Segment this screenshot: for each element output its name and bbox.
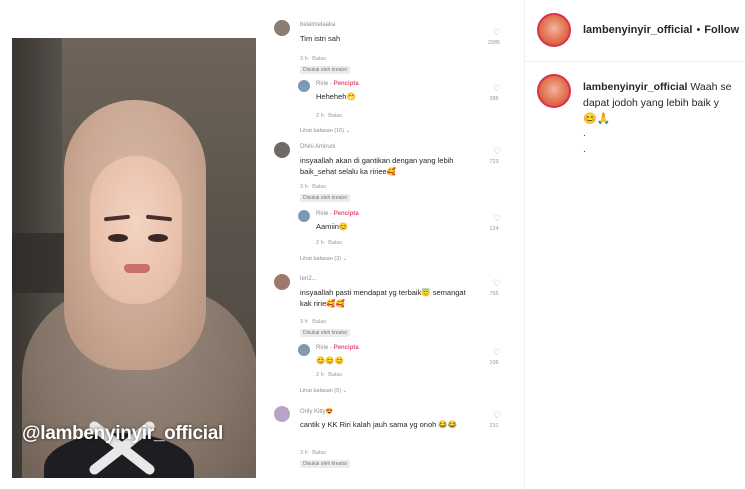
right-eye <box>148 234 168 242</box>
caption-username-link[interactable]: lambenyinyir_official <box>583 81 687 93</box>
caption-text: Waah se <box>690 81 732 93</box>
post-header: lambenyinyir_official • Follow <box>525 0 745 62</box>
reply-time: 2 h <box>316 240 324 246</box>
comment-meta: 3 h Balas <box>300 450 326 456</box>
reply-username[interactable]: Ririe - Pencipta <box>316 345 359 351</box>
chevron-down-icon: ⌄ <box>342 388 348 394</box>
reply-text: Aamiin😊 <box>316 222 349 231</box>
comment-list: belalmelaaka Tim istri sah 3 h Balas Dis… <box>268 16 513 486</box>
heart-outline-icon[interactable]: ♡ <box>490 347 504 358</box>
reply-button[interactable]: Balas <box>328 372 342 378</box>
comment-text: insyaallah akan di gantikan dengan yang … <box>300 156 454 176</box>
heart-outline-icon[interactable]: ♡ <box>490 213 504 224</box>
video-watermark: @lambenyinyir_official <box>22 423 223 444</box>
reply-time: 2 h <box>316 113 324 119</box>
heart-outline-icon[interactable]: ♡ <box>490 146 504 157</box>
post-header-line: lambenyinyir_official • Follow <box>583 24 739 36</box>
reply-meta: 2 h Balas <box>316 372 342 378</box>
like-count: 231 <box>489 423 499 429</box>
avatar[interactable] <box>274 406 290 422</box>
reply-author: Ririe <box>316 211 329 217</box>
instagram-post-panel: lambenyinyir_official • Follow lambenyinyi… <box>524 0 745 489</box>
reply-text: Heheheh😁 <box>316 92 356 101</box>
person-face <box>90 156 182 304</box>
reply-text: 😊😊😊 <box>316 356 345 365</box>
reply-button[interactable]: Balas <box>328 113 342 119</box>
caption-dot: . <box>583 128 586 139</box>
view-replies-label: Lihat balasan (16) <box>300 128 345 134</box>
avatar[interactable] <box>298 344 310 356</box>
left-eye <box>108 234 128 242</box>
view-replies-link[interactable]: Lihat balasan (5) ⌄ <box>300 388 347 394</box>
follow-button[interactable]: Follow <box>704 24 739 36</box>
reply-author: Ririe <box>316 81 329 87</box>
comment-username[interactable]: Dhini Amiruni <box>300 144 335 150</box>
comment-text: Tim istri sah <box>300 34 341 43</box>
avatar[interactable] <box>274 274 290 290</box>
caption-dot: . <box>583 144 586 155</box>
comment-username[interactable]: teri2... <box>300 276 317 282</box>
comment-text: insyaallah pasti mendapat yg terbaik😇 se… <box>300 288 466 308</box>
heart-outline-icon[interactable]: ♡ <box>490 278 504 289</box>
comment-time: 3 h <box>300 319 308 325</box>
heart-outline-icon[interactable]: ♡ <box>490 83 504 94</box>
comment-time: 3 h <box>300 450 308 456</box>
view-replies-link[interactable]: Lihat balasan (3) ⌄ <box>300 256 347 262</box>
comment-username[interactable]: Orily Kitty😍 <box>300 408 333 415</box>
person-lips <box>124 264 150 273</box>
creator-label: Pencipta <box>333 345 359 351</box>
reply-button[interactable]: Balas <box>312 319 326 325</box>
reply-meta: 2 h Balas <box>316 240 342 246</box>
view-replies-link[interactable]: Lihat balasan (16) ⌄ <box>300 128 350 134</box>
chevron-down-icon: ⌄ <box>342 256 348 262</box>
creator-label: Pencipta <box>333 211 359 217</box>
heart-outline-icon[interactable]: ♡ <box>490 27 504 38</box>
liked-by-creator-badge: Disukai oleh kreator <box>300 66 351 74</box>
liked-by-creator-badge: Disukai oleh kreator <box>300 460 351 468</box>
liked-by-creator-badge: Disukai oleh kreator <box>300 194 351 202</box>
reply-username[interactable]: Ririe - Pencipta <box>316 211 359 217</box>
reply-button[interactable]: Balas <box>312 184 326 190</box>
view-replies-label: Lihat balasan (3) <box>300 256 341 262</box>
creator-label: Pencipta <box>333 81 359 87</box>
like-count: 124 <box>489 226 499 232</box>
avatar[interactable] <box>298 80 310 92</box>
like-count: 106 <box>489 360 499 366</box>
separator-dot: • <box>696 24 701 36</box>
like-count: 2085 <box>487 40 501 46</box>
like-count: 765 <box>489 291 499 297</box>
caption-text-line: dapat jodoh yang lebih baik y <box>583 97 720 109</box>
reply-time: 2 h <box>316 372 324 378</box>
comment-text: cantik y KK Riri kalah jauh sama yg onoh… <box>300 420 458 429</box>
comment-username[interactable]: belalmelaaka <box>300 22 335 28</box>
video-frame[interactable]: @lambenyinyir_official <box>12 38 256 478</box>
liked-by-creator-badge: Disukai oleh kreator <box>300 329 351 337</box>
avatar[interactable] <box>298 210 310 222</box>
reply-button[interactable]: Balas <box>312 56 326 62</box>
chevron-down-icon: ⌄ <box>345 128 351 134</box>
background-shelf <box>12 233 72 293</box>
reply-username[interactable]: Ririe - Pencipta <box>316 81 359 87</box>
avatar[interactable] <box>537 74 571 108</box>
reply-author: Ririe <box>316 345 329 351</box>
comment-time: 3 h <box>300 184 308 190</box>
reply-meta: 2 h Balas <box>316 113 342 119</box>
like-count: 723 <box>489 159 499 165</box>
comment-time: 3 h <box>300 56 308 62</box>
avatar[interactable] <box>274 142 290 158</box>
view-replies-label: Lihat balasan (5) <box>300 388 341 394</box>
heart-outline-icon[interactable]: ♡ <box>490 410 504 421</box>
reply-button[interactable]: Balas <box>312 450 326 456</box>
like-count: 388 <box>489 96 499 102</box>
caption-emojis: 😊🙏 <box>583 113 611 125</box>
account-name-link[interactable]: lambenyinyir_official <box>583 24 692 36</box>
comment-meta: 3 h Balas <box>300 56 326 62</box>
caption-line: lambenyinyir_official Waah se <box>583 81 731 93</box>
reply-button[interactable]: Balas <box>328 240 342 246</box>
comment-meta: 3 h Balas <box>300 184 326 190</box>
avatar[interactable] <box>537 13 571 47</box>
avatar[interactable] <box>274 20 290 36</box>
comment-meta: 3 h Balas <box>300 319 326 325</box>
